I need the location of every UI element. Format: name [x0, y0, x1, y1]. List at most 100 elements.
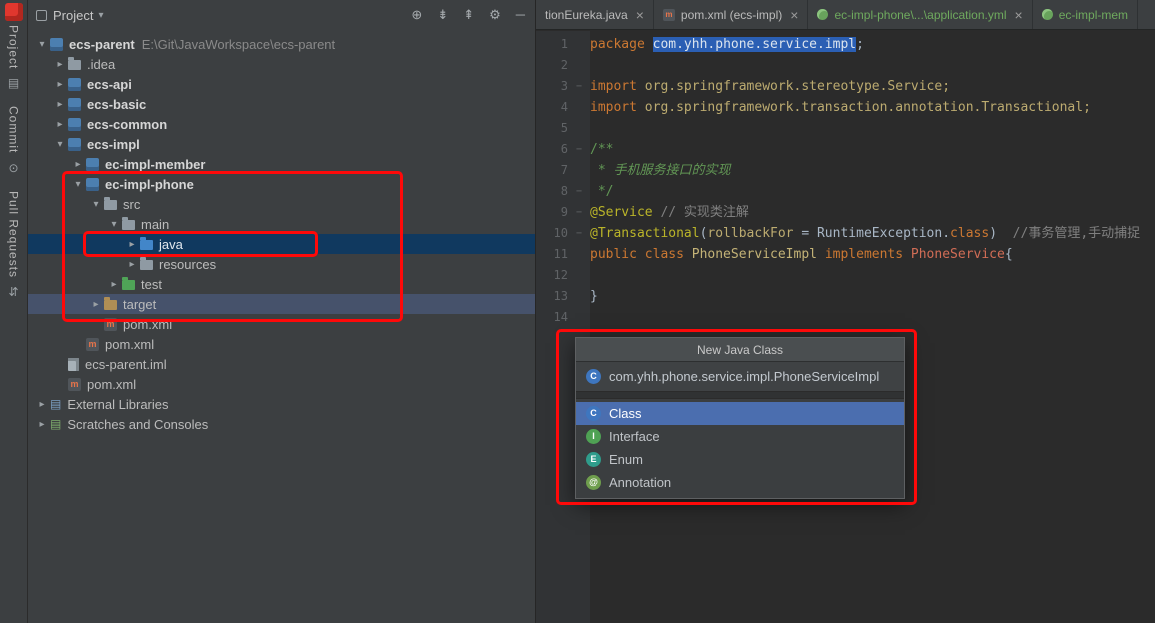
tree-item-scratches-and-consoles[interactable]: ▸ ▤ Scratches and Consoles — [28, 414, 535, 434]
project-panel-header: Project ▾ ⊕ ⇟ ⇞ ⚙ ─ — [28, 0, 535, 30]
chevron-right-icon[interactable]: ▸ — [52, 99, 68, 110]
code-text[interactable]: import org.springframework.transaction.a… — [590, 97, 1091, 118]
chevron-down-icon[interactable]: ▾ — [106, 219, 122, 230]
tree-item-ecs-impl[interactable]: ▾ ecs-impl — [28, 134, 535, 154]
folder-icon — [104, 197, 117, 210]
ide-logo-icon — [4, 3, 23, 21]
expand-all-icon[interactable]: ⇟ — [437, 7, 448, 23]
code-line: 11 public class PhoneServiceImpl implemen… — [536, 244, 1155, 265]
chevron-right-icon[interactable]: ▸ — [124, 259, 140, 270]
tree-item-external-libraries[interactable]: ▸ ▤ External Libraries — [28, 394, 535, 414]
maven-icon: m — [86, 337, 99, 351]
tool-window-button-pull-requests[interactable]: Pull Requests ⇵ — [7, 191, 21, 309]
tree-item-label: target — [123, 296, 157, 312]
tree-item-pom-xml[interactable]: m pom.xml — [28, 334, 535, 354]
kind-list: C Class I Interface E Enum @ Annotation — [576, 399, 904, 498]
collapse-all-icon[interactable]: ⇞ — [463, 7, 474, 23]
editor-tabs: tionEureka.java × m pom.xml (ecs-impl) × ec-i… — [536, 0, 1155, 30]
code-text[interactable]: import org.springframework.stereotype.Se… — [590, 76, 950, 97]
tree-item-ecs-basic[interactable]: ▸ ecs-basic — [28, 94, 535, 114]
chevron-down-icon[interactable]: ▾ — [98, 10, 103, 21]
close-tab-icon[interactable]: × — [790, 7, 798, 23]
tree-item-ecs-api[interactable]: ▸ ecs-api — [28, 74, 535, 94]
chevron-down-icon[interactable]: ▾ — [34, 39, 50, 50]
tree-item-src[interactable]: ▾ src — [28, 194, 535, 214]
tree-item-resources[interactable]: ▸ resources — [28, 254, 535, 274]
tree-item-ecs-parent-iml[interactable]: ecs-parent.iml — [28, 354, 535, 374]
close-tab-icon[interactable]: × — [1015, 7, 1023, 23]
module-icon — [68, 77, 81, 91]
tree-item-ec-impl-member[interactable]: ▸ ec-impl-member — [28, 154, 535, 174]
fold-marker-icon[interactable]: − — [568, 223, 590, 244]
code-text[interactable]: } — [590, 286, 598, 307]
chevron-right-icon[interactable]: ▸ — [34, 419, 50, 430]
code-text[interactable]: */ — [590, 181, 614, 202]
chevron-right-icon[interactable]: ▸ — [52, 119, 68, 130]
tree-item-label: resources — [159, 256, 217, 272]
fold-marker-icon[interactable]: − — [568, 181, 590, 202]
line-number: 5 — [560, 121, 568, 135]
kind-option-class[interactable]: C Class — [576, 402, 904, 425]
chevron-right-icon[interactable]: ▸ — [52, 59, 68, 70]
code-text[interactable]: package com.yhh.phone.service.impl; — [590, 34, 864, 55]
fold-marker-icon[interactable]: − — [568, 139, 590, 160]
chevron-down-icon[interactable]: ▾ — [70, 179, 86, 190]
fold-marker-icon[interactable]: − — [568, 76, 590, 97]
tree-item-main[interactable]: ▾ main — [28, 214, 535, 234]
kind-option-interface[interactable]: I Interface — [576, 425, 904, 448]
chevron-down-icon[interactable]: ▾ — [52, 139, 68, 150]
folder-icon — [104, 297, 117, 310]
tree-item-test[interactable]: ▸ test — [28, 274, 535, 294]
settings-icon[interactable]: ⚙ — [489, 7, 501, 23]
tool-window-button-commit[interactable]: Commit ⊙ — [7, 106, 21, 184]
tree-item-label: java — [159, 236, 183, 252]
code-text[interactable]: * 手机服务接口的实现 — [590, 160, 731, 181]
line-number: 9 — [560, 205, 568, 219]
tab-ec-impl-mem[interactable]: ec-impl-mem — [1033, 0, 1139, 29]
chevron-right-icon[interactable]: ▸ — [124, 239, 140, 250]
code-text[interactable]: @Service // 实现类注解 — [590, 202, 749, 223]
close-tab-icon[interactable]: × — [636, 7, 644, 23]
editor[interactable]: 1 package com.yhh.phone.service.impl; 2 3− i… — [536, 31, 1155, 623]
tab-ec-impl-phone-application-yml[interactable]: ec-impl-phone\...\application.yml × — [808, 0, 1033, 29]
code-text[interactable]: public class PhoneServiceImpl implements… — [590, 244, 1013, 265]
tree-item-ecs-common[interactable]: ▸ ecs-common — [28, 114, 535, 134]
tree-item-ec-impl-phone[interactable]: ▾ ec-impl-phone — [28, 174, 535, 194]
kind-option-annotation[interactable]: @ Annotation — [576, 471, 904, 494]
chevron-right-icon[interactable]: ▸ — [88, 299, 104, 310]
tree-item-target[interactable]: ▸ target — [28, 294, 535, 314]
tool-window-button-project[interactable]: Project ▤ — [7, 25, 21, 100]
tab-pom-xml-ecs-impl[interactable]: m pom.xml (ecs-impl) × — [654, 0, 809, 29]
module-icon — [86, 157, 99, 171]
spring-icon — [1041, 9, 1053, 20]
folder-icon — [140, 257, 153, 270]
fold-marker-icon[interactable]: − — [568, 202, 590, 223]
tab-tioneureka-java[interactable]: tionEureka.java × — [536, 0, 654, 29]
tree-item-java[interactable]: ▸ java — [28, 234, 535, 254]
tree-item-label: .idea — [87, 56, 116, 72]
chevron-right-icon[interactable]: ▸ — [106, 279, 122, 290]
tree-item-pom-xml[interactable]: m pom.xml — [28, 314, 535, 334]
tree-item-pom-xml[interactable]: m pom.xml — [28, 374, 535, 394]
chevron-right-icon[interactable]: ▸ — [34, 399, 50, 410]
class-name-input[interactable]: C com.yhh.phone.service.impl.PhoneServic… — [576, 362, 904, 392]
tree-item-idea[interactable]: ▸ .idea — [28, 54, 535, 74]
chevron-down-icon[interactable]: ▾ — [88, 199, 104, 210]
chevron-right-icon[interactable]: ▸ — [52, 79, 68, 90]
project-panel-title[interactable]: Project — [53, 8, 93, 23]
panel-header-actions: ⊕ ⇟ ⇞ ⚙ ─ — [411, 7, 525, 23]
tree-item-label: ecs-basic — [87, 96, 147, 112]
code-text[interactable]: /** — [590, 139, 613, 160]
commit-icon: ⊙ — [8, 160, 19, 175]
folder-icon — [68, 57, 81, 70]
hide-icon[interactable]: ─ — [516, 7, 525, 23]
tree-item-label: ecs-api — [87, 76, 132, 92]
tree-item-ecs-parent[interactable]: ▾ ecs-parent E:\Git\JavaWorkspace\ecs-pare… — [28, 34, 535, 54]
code-text[interactable]: @Transactional(rollbackFor = RuntimeExce… — [590, 223, 1140, 244]
project-tool-window: Project ▾ ⊕ ⇟ ⇞ ⚙ ─ ▾ ecs-parent E:\Git\JavaWo… — [28, 0, 536, 623]
tree-item-label: pom.xml — [87, 376, 137, 392]
chevron-right-icon[interactable]: ▸ — [70, 159, 86, 170]
kind-option-enum[interactable]: E Enum — [576, 448, 904, 471]
line-number: 11 — [553, 247, 568, 261]
locate-icon[interactable]: ⊕ — [411, 7, 422, 23]
